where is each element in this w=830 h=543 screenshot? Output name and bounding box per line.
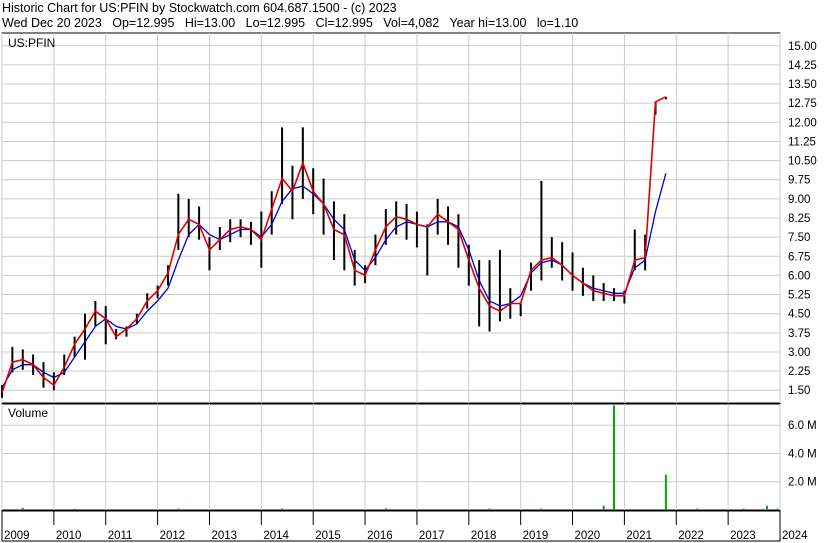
x-tick-label: 2017 (419, 530, 445, 542)
volume-y-tick-label: 2.0 M (788, 477, 817, 489)
price-y-tick-label: 4.50 (788, 309, 810, 321)
volume-plot-area (1, 403, 781, 511)
x-tick-label: 2014 (263, 530, 289, 542)
volume-y-tick-label: 4.0 M (788, 448, 817, 460)
price-y-tick-label: 9.75 (788, 175, 810, 187)
x-tick-label: 2015 (315, 530, 341, 542)
price-y-tick-label: 12.75 (788, 98, 817, 110)
price-y-tick-label: 8.25 (788, 213, 810, 225)
x-tick-label: 2021 (626, 530, 652, 542)
stock-chart: 1.50 2.25 3.00 3.75 4.50 5.25 6.00 6.75 7.50 8.25… (1, 32, 817, 542)
price-panel-label: US:PFIN (8, 36, 55, 50)
x-tick-label: 2010 (56, 530, 82, 542)
price-y-tick-label: 6.00 (788, 270, 810, 282)
price-y-tick-label: 15.00 (788, 41, 817, 53)
price-y-tick-label: 5.25 (788, 290, 810, 302)
x-tick-label: 2023 (730, 530, 756, 542)
price-y-tick-label: 2.25 (788, 366, 810, 378)
x-tick-label: 2020 (575, 530, 601, 542)
volume-panel: 2.0 M 4.0 M 6.0 M Volume (1, 403, 817, 511)
price-y-tick-label: 3.75 (788, 328, 810, 340)
x-tick-label: 2024 (782, 530, 808, 542)
x-tick-label: 2013 (211, 530, 237, 542)
price-y-tick-label: 1.50 (788, 385, 810, 397)
x-tick-label: 2019 (523, 530, 549, 542)
volume-panel-label: Volume (8, 406, 48, 420)
price-y-tick-label: 10.50 (788, 156, 817, 168)
volume-y-tick-label: 6.0 M (788, 420, 817, 432)
price-y-tick-label: 12.00 (788, 117, 817, 129)
price-y-tick-label: 13.50 (788, 79, 817, 91)
price-panel: 1.50 2.25 3.00 3.75 4.50 5.25 6.00 6.75 7.50 8.25… (1, 32, 817, 404)
price-y-tick-label: 9.00 (788, 194, 810, 206)
x-tick-label: 2012 (160, 530, 186, 542)
x-tick-label: 2022 (678, 530, 704, 542)
price-y-tick-label: 14.25 (788, 60, 817, 72)
price-y-tick-label: 6.75 (788, 251, 810, 263)
price-y-tick-label: 7.50 (788, 232, 810, 244)
x-tick-label: 2009 (4, 530, 30, 542)
x-tick-label: 2018 (471, 530, 497, 542)
x-tick-label: 2016 (367, 530, 393, 542)
x-axis: 2009 2010 2011 2012 2013 2014 2015 2016 2017 2018… (1, 510, 808, 542)
x-tick-label: 2011 (108, 530, 133, 542)
price-y-tick-label: 11.25 (788, 136, 816, 148)
price-y-tick-label: 3.00 (788, 347, 810, 359)
